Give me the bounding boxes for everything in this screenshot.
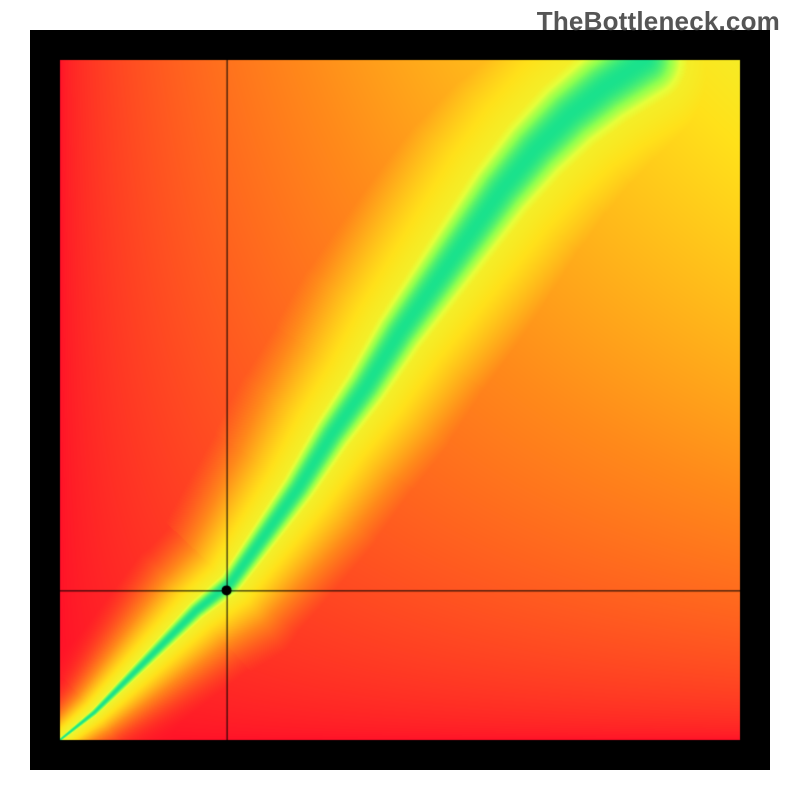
chart-frame: TheBottleneck.com [0, 0, 800, 800]
plot-area [30, 30, 770, 770]
heatmap-canvas [30, 30, 770, 770]
watermark-text: TheBottleneck.com [537, 6, 780, 37]
